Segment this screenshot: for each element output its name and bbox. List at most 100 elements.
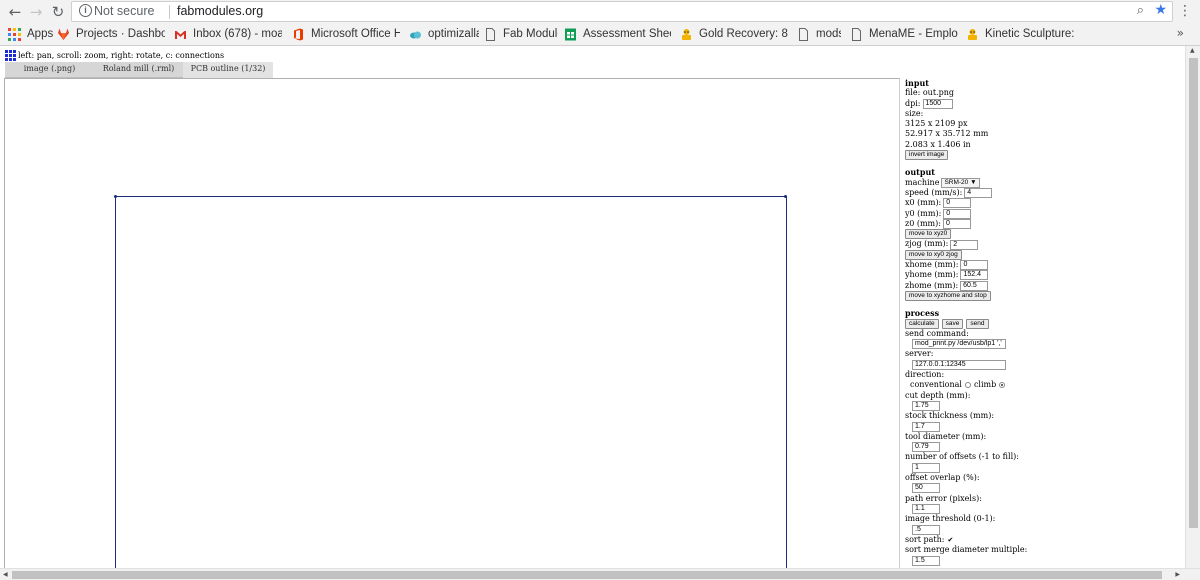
bookmark-kinetic-sculpture[interactable]: Kinetic Sculpture: "Si (966, 26, 1076, 42)
offsets-input[interactable]: 1 (912, 462, 940, 473)
zoom-icon[interactable]: ⌕ (1137, 3, 1144, 18)
tab-image[interactable]: image (.png) (5, 62, 94, 78)
size-label: size: (905, 108, 924, 118)
tool-diameter-input[interactable]: 0.79 (912, 442, 940, 453)
zhome-input[interactable]: 60.5 (960, 280, 989, 291)
conventional-label: conventional (910, 380, 962, 390)
bookmark-star-icon[interactable]: ★ (1154, 2, 1167, 18)
bookmark-projects-dashboard[interactable]: Projects · Dashboard (57, 26, 165, 42)
offset-overlap-input[interactable]: 50 (912, 483, 940, 494)
bookmark-fab-modules[interactable]: Fab Modules (484, 26, 558, 42)
bookmark-assessment-sheet[interactable]: Assessment Sheet | H (564, 26, 671, 42)
invert-image-button[interactable]: invert image (905, 150, 949, 161)
cut-depth-label: cut depth (mm): (905, 390, 971, 400)
pcb-outline-path (115, 196, 787, 568)
speed-input[interactable]: 4 (964, 188, 993, 199)
machine-select[interactable]: SRM-20 ▼ (941, 177, 980, 188)
sheets-icon (564, 28, 577, 41)
climb-radio[interactable] (999, 382, 1006, 389)
cloud-icon (409, 28, 422, 41)
move-to-xy0-zjog-button[interactable]: move to xy0 zjog (905, 249, 962, 260)
bookmark-mods[interactable]: mods (797, 26, 841, 42)
path-error-input[interactable]: 1.1 (912, 504, 940, 515)
tool-diameter-label: tool diameter (mm): (905, 431, 987, 441)
stock-thickness-input[interactable]: 1.7 (912, 421, 940, 432)
yhome-label: yhome (mm): (905, 270, 959, 280)
x0-label: x0 (mm): (905, 198, 942, 208)
bookmark-inbox[interactable]: Inbox (678) - moathm (174, 26, 282, 42)
y0-input[interactable]: 0 (943, 208, 972, 219)
omnibox-divider (169, 5, 170, 19)
bookmark-gold-recovery[interactable]: Gold Recovery: 8 Ste (680, 26, 788, 42)
page-icon (797, 27, 810, 41)
outline-corner-marker (114, 195, 117, 198)
move-to-xyz0-button[interactable]: move to xyz0 (905, 229, 952, 240)
size-in: 2.083 x 1.406 in (905, 139, 971, 149)
yhome-input[interactable]: 152.4 (960, 270, 989, 281)
tab-roland-mill[interactable]: Roland mill (.rml) (94, 62, 183, 78)
send-command-input[interactable]: mod_print.py /dev/usb/lp1 ',' (912, 339, 1006, 350)
view-tabs: image (.png) Roland mill (.rml) PCB outl… (5, 62, 273, 78)
bookmark-apps[interactable]: Apps (8, 26, 54, 42)
instructables-icon (680, 28, 693, 41)
toolpath-viewport[interactable] (4, 78, 900, 568)
move-to-home-stop-button[interactable]: move to xyzhome and stop (905, 291, 991, 302)
horizontal-scrollbar[interactable]: ◀ ▶ (0, 568, 1200, 580)
chrome-menu-icon[interactable]: ⋮ (1178, 3, 1192, 19)
reload-icon[interactable]: ↻ (49, 3, 67, 21)
stock-thickness-label: stock thickness (mm): (905, 411, 995, 421)
controls-hint-text: left: pan, scroll: zoom, right: rotate, … (18, 51, 225, 60)
gitlab-icon (57, 28, 70, 41)
zjog-input[interactable]: 2 (950, 239, 979, 250)
security-status[interactable]: Not secure (94, 4, 154, 18)
xhome-input[interactable]: 0 (960, 260, 989, 271)
vertical-scroll-thumb[interactable] (1189, 58, 1198, 528)
dpi-label: dpi: (905, 98, 921, 108)
calculate-button[interactable]: calculate (905, 318, 939, 329)
scroll-left-icon[interactable]: ◀ (3, 571, 8, 578)
instructables-icon (966, 28, 979, 41)
output-section-title: output (905, 167, 935, 178)
url-text[interactable]: fabmodules.org (177, 4, 263, 18)
sort-path-checkbox[interactable]: ✔ (947, 535, 953, 545)
tab-pcb-outline[interactable]: PCB outline (1/32) (183, 62, 273, 78)
gmail-icon (174, 28, 187, 41)
input-file: file: out.png (905, 88, 954, 98)
grid-icon (5, 50, 16, 61)
more-bookmarks-button[interactable]: » (1177, 26, 1184, 40)
back-arrow-icon[interactable]: ← (6, 3, 24, 21)
save-button[interactable]: save (941, 318, 964, 329)
image-threshold-input[interactable]: .5 (912, 524, 940, 535)
offset-overlap-label: offset overlap (%): (905, 472, 980, 482)
server-input[interactable]: 127.0.0.1:12345 (912, 359, 1006, 370)
forward-arrow-icon[interactable]: → (27, 3, 45, 21)
x0-input[interactable]: 0 (943, 198, 972, 209)
vertical-scrollbar[interactable]: ▲ (1185, 46, 1200, 568)
horizontal-scroll-thumb[interactable] (12, 571, 1162, 579)
address-bar[interactable]: i Not secure fabmodules.org ⌕ ★ (71, 1, 1173, 22)
apps-icon (8, 27, 21, 41)
sort-merge-input[interactable]: 1.5 (912, 555, 940, 566)
z0-input[interactable]: 0 (942, 219, 971, 229)
sort-path-label: sort path: (905, 534, 945, 544)
info-icon[interactable]: i (79, 4, 92, 17)
conventional-radio[interactable] (964, 382, 971, 389)
zjog-label: zjog (mm): (905, 239, 949, 249)
bookmark-optimizalla[interactable]: optimizalla (409, 26, 479, 42)
send-button[interactable]: send (966, 318, 989, 329)
dpi-input[interactable]: 1500 (922, 98, 953, 109)
controls-hint: left: pan, scroll: zoom, right: rotate, … (5, 50, 224, 61)
outline-corner-marker (784, 195, 787, 198)
bookmark-office[interactable]: Microsoft Office Hom (292, 26, 400, 42)
settings-panel: input file: out.png dpi: 1500 size: 3125… (905, 78, 1185, 568)
z0-label: z0 (mm): (905, 218, 941, 228)
y0-label: y0 (mm): (905, 208, 942, 218)
server-label: server: (905, 349, 934, 359)
offsets-label: number of offsets (-1 to fill): (905, 452, 1019, 462)
bookmark-menamee[interactable]: MenaME - Employee (850, 26, 958, 42)
send-command-label: send command: (905, 328, 969, 338)
scroll-right-icon[interactable]: ▶ (1175, 571, 1180, 578)
scroll-up-icon[interactable]: ▲ (1190, 47, 1195, 54)
cut-depth-input[interactable]: 1.75 (912, 401, 940, 412)
process-section-title: process (905, 308, 940, 319)
